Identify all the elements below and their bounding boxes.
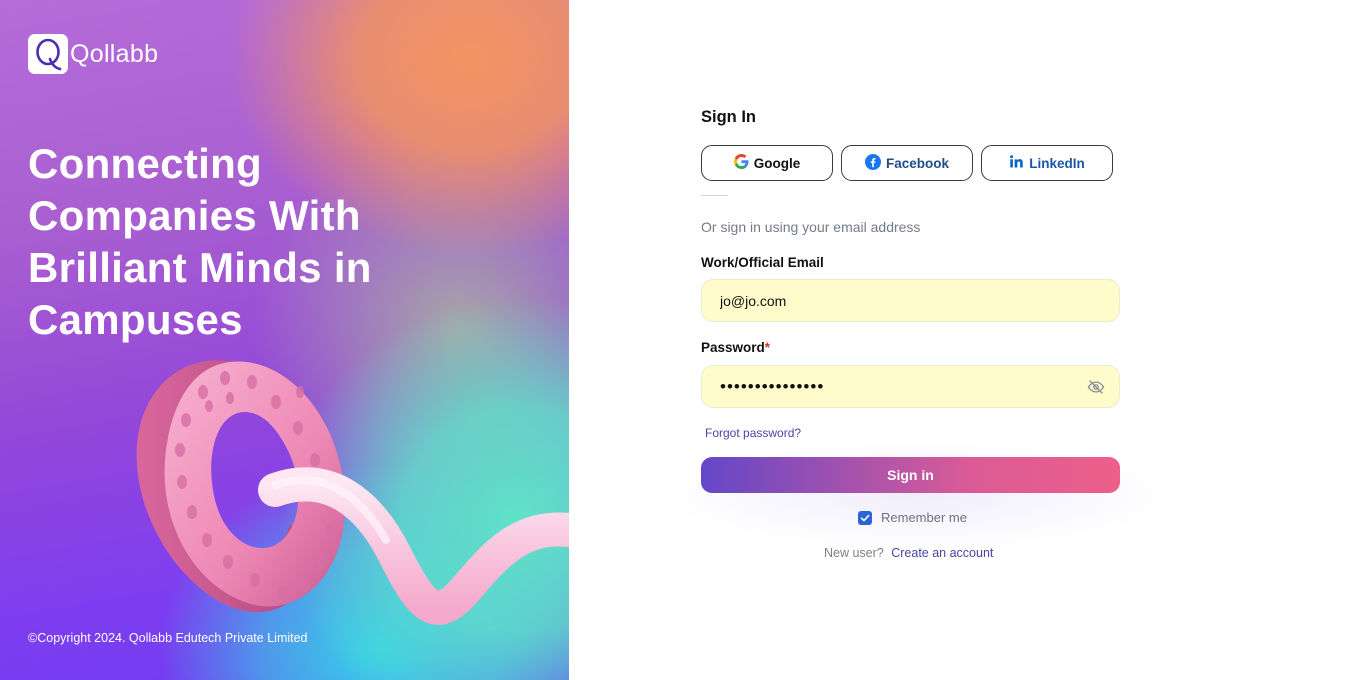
remember-me-label: Remember me xyxy=(881,510,967,525)
hero-panel: Qollabb Connecting Companies With Brilli… xyxy=(0,0,569,680)
linkedin-icon xyxy=(1009,154,1024,172)
remember-me[interactable]: Remember me xyxy=(858,510,967,525)
password-label-text: Password xyxy=(701,340,765,355)
signin-form: Sign In Google Facebook LinkedIn Or sign… xyxy=(569,0,1365,680)
facebook-icon xyxy=(864,153,881,173)
google-label: Google xyxy=(753,155,801,171)
sign-in-button[interactable]: Sign in xyxy=(701,457,1120,493)
google-icon xyxy=(733,154,749,172)
facebook-signin-button[interactable]: Facebook xyxy=(841,145,973,181)
email-field[interactable] xyxy=(702,280,1119,321)
copyright-text: ©Copyright 2024. Qollabb Edutech Private… xyxy=(28,631,308,645)
hero-headline: Connecting Companies With Brilliant Mind… xyxy=(28,140,372,343)
brand-name: Qollabb xyxy=(70,39,159,68)
remember-me-checkbox[interactable] xyxy=(858,510,872,525)
check-icon xyxy=(860,514,870,521)
linkedin-label: LinkedIn xyxy=(1029,155,1085,171)
social-login-group: Google Facebook LinkedIn xyxy=(701,145,1113,181)
form-title: Sign In xyxy=(701,108,756,126)
new-user-row: New user? Create an account xyxy=(824,546,993,560)
eye-off-icon[interactable] xyxy=(1087,378,1105,396)
email-signin-hint: Or sign in using your email address xyxy=(701,219,921,235)
linkedin-signin-button[interactable]: LinkedIn xyxy=(981,145,1113,181)
create-account-link[interactable]: Create an account xyxy=(891,546,993,560)
facebook-label: Facebook xyxy=(885,155,950,171)
required-asterisk: * xyxy=(764,340,771,355)
new-user-prompt: New user? xyxy=(824,546,884,560)
divider xyxy=(701,195,728,196)
email-field-wrapper xyxy=(701,279,1120,322)
forgot-password-link[interactable]: Forgot password? xyxy=(705,426,801,440)
password-field-wrapper xyxy=(701,365,1120,408)
password-field[interactable] xyxy=(702,366,1119,407)
login-page: Qollabb Connecting Companies With Brilli… xyxy=(0,0,1365,680)
email-label: Work/Official Email xyxy=(701,255,824,270)
decorative-ring-illustration xyxy=(136,360,569,625)
brand-logo[interactable]: Qollabb xyxy=(28,34,158,74)
google-signin-button[interactable]: Google xyxy=(701,145,833,181)
q-logo-icon xyxy=(28,34,68,74)
password-label: Password* xyxy=(701,340,770,355)
